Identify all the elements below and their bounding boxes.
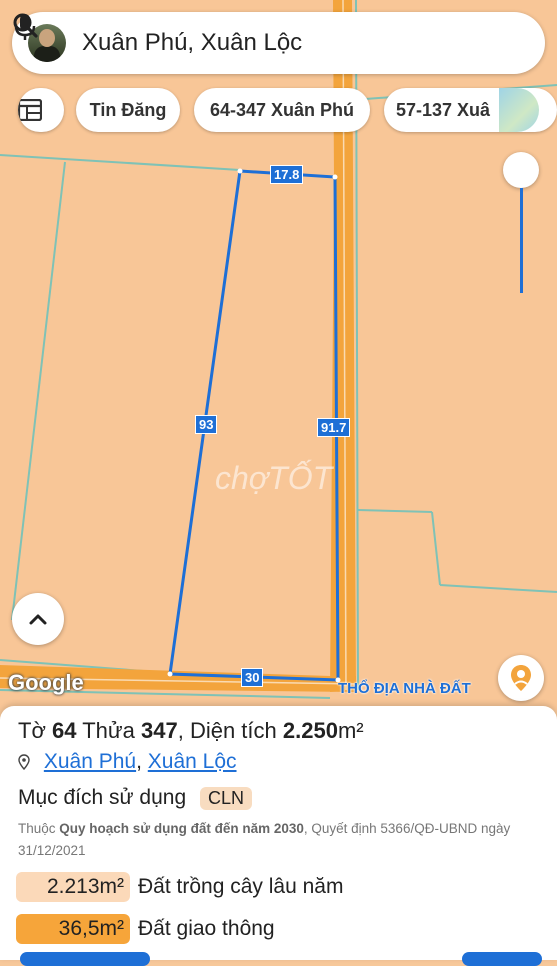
- action-button-partial[interactable]: [20, 952, 150, 966]
- chip-parcel-1[interactable]: 64-347 Xuân Phú: [194, 88, 370, 132]
- location-row: Xuân Phú, Xuân Lộc: [18, 750, 237, 774]
- edge-label-top: 17.8: [270, 165, 304, 184]
- brand-label: THỔ ĐỊA NHÀ ĐẤT: [338, 680, 471, 697]
- pin-icon: [18, 754, 30, 771]
- area-type-label: Đất giao thông: [138, 917, 275, 940]
- area-type-label: Đất trồng cây lâu năm: [138, 875, 344, 898]
- commune-link[interactable]: Xuân Phú: [44, 750, 136, 773]
- parcel-info-panel: Tờ 64 Thửa 347, Diện tích 2.250m² Xuân P…: [0, 706, 557, 960]
- filter-chips: Tin Đăng 64-347 Xuân Phú 57-137 Xuâ: [18, 88, 557, 134]
- note-plan[interactable]: Quy hoạch sử dụng đất đến năm 2030: [59, 821, 304, 836]
- area-row-road: 36,5m² Đất giao thông: [16, 914, 275, 944]
- zoom-slider-handle[interactable]: [503, 152, 539, 188]
- area-badge: 2.213m²: [16, 872, 130, 902]
- table-icon: [18, 99, 42, 121]
- search-bar[interactable]: Xuân Phú, Xuân Lộc: [12, 12, 545, 74]
- zoom-slider-track[interactable]: [520, 188, 523, 293]
- purpose-badge: CLN: [200, 787, 253, 810]
- area-row-cln: 2.213m² Đất trồng cây lâu năm: [16, 872, 343, 902]
- chip-parcel-2-label: 57-137 Xuâ: [396, 100, 491, 120]
- edge-label-right: 91.7: [317, 418, 351, 437]
- layers-button[interactable]: [18, 88, 64, 132]
- area-label: Diện tích: [189, 718, 277, 743]
- area-badge: 36,5m²: [16, 914, 130, 944]
- edge-label-left: 93: [195, 415, 218, 434]
- map-view[interactable]: 17.8 93 91.7 30 chợTỐT Xuân Phú, Xuân Lộ…: [0, 0, 557, 710]
- search-input[interactable]: Xuân Phú, Xuân Lộc: [82, 29, 302, 57]
- purpose-label: Mục đích sử dụng: [18, 786, 187, 809]
- expand-button[interactable]: [12, 593, 64, 645]
- area-unit: m²: [337, 718, 364, 743]
- sheet-number: 64: [52, 718, 77, 743]
- edge-label-bottom: 30: [241, 668, 264, 687]
- my-location-button[interactable]: [498, 655, 544, 701]
- district-link[interactable]: Xuân Lộc: [148, 750, 237, 773]
- lot-number: 347: [140, 718, 178, 743]
- note-prefix: Thuộc: [18, 821, 56, 836]
- parcel-title: Tờ 64 Thửa 347, Diện tích 2.250m²: [18, 718, 364, 743]
- google-logo: Google: [8, 670, 84, 695]
- lot-label: Thửa: [82, 718, 135, 743]
- watermark: chợTỐT: [215, 460, 333, 496]
- planning-note: Thuộc Quy hoạch sử dụng đất đến năm 2030…: [18, 818, 543, 862]
- chip-tin-dang[interactable]: Tin Đăng: [76, 88, 180, 132]
- action-button-partial[interactable]: [462, 952, 542, 966]
- location-pin-icon: [511, 665, 531, 691]
- area-value: 2.250: [282, 718, 338, 743]
- sheet-label: Tờ: [18, 718, 46, 743]
- chevron-up-icon: [29, 614, 47, 625]
- purpose-row: Mục đích sử dụng CLN: [18, 786, 253, 810]
- mic-icon[interactable]: [12, 12, 38, 42]
